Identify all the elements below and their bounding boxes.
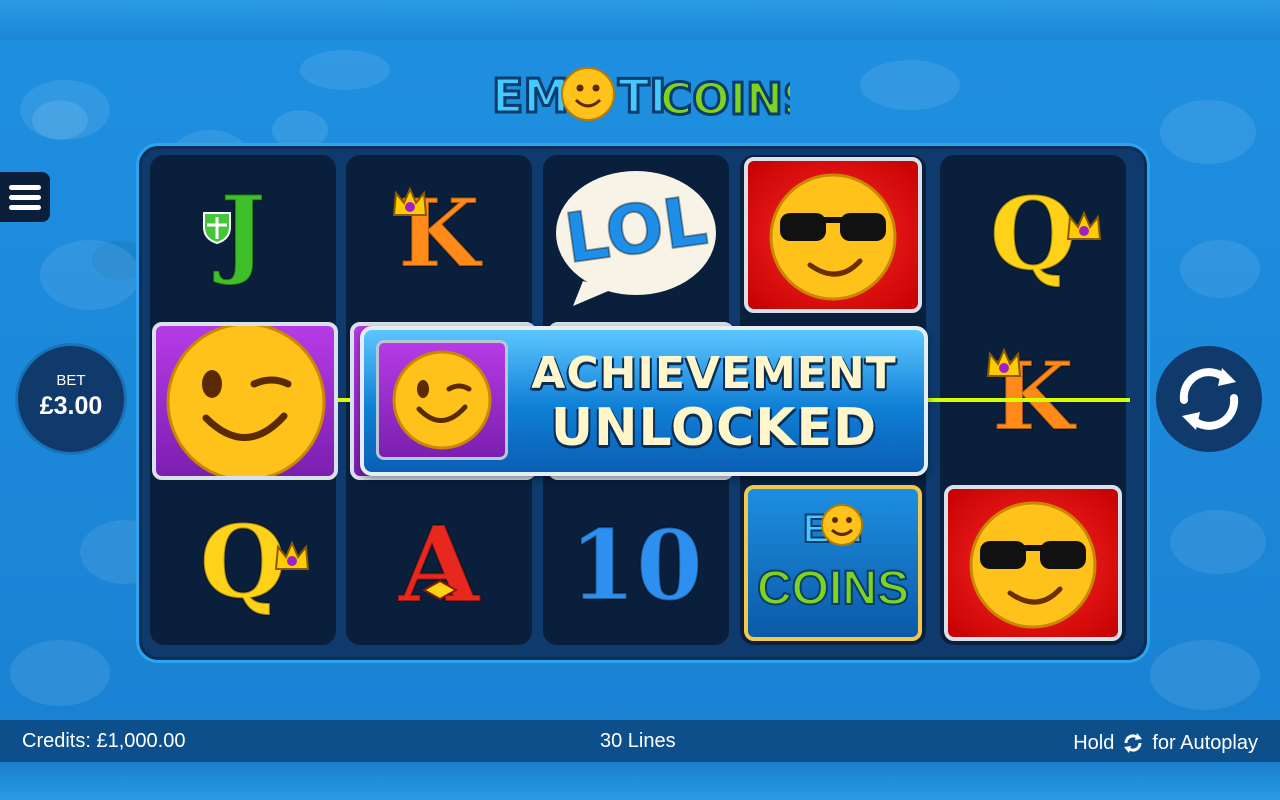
wink-emoji-icon xyxy=(166,322,326,482)
bet-button[interactable]: BET £3.00 xyxy=(18,346,124,452)
banner-title-line-1: ACHIEVEMENT xyxy=(531,348,897,399)
symbol-sunglasses-emoji xyxy=(944,485,1122,641)
logo-smiley-icon xyxy=(561,67,615,121)
wink-emoji-icon xyxy=(392,350,492,450)
symbol-sunglasses-emoji xyxy=(744,157,922,313)
crown-icon xyxy=(1066,210,1102,240)
logo-text-em: EM xyxy=(492,69,569,123)
banner-wink-tile xyxy=(376,340,508,460)
symbol-q: Q xyxy=(150,495,336,655)
top-bar xyxy=(0,0,1280,40)
refresh-arrows-icon xyxy=(1124,733,1143,753)
symbol-10: 10 xyxy=(568,508,704,623)
banner-title-line-2: UNLOCKED xyxy=(550,398,878,458)
logo-text-coins: COINS xyxy=(660,74,790,125)
spin-button[interactable] xyxy=(1156,346,1262,452)
refresh-arrows-icon xyxy=(1179,368,1239,430)
symbol-q: Q xyxy=(940,165,1126,325)
lines-display: 30 Lines xyxy=(600,730,676,752)
menu-button[interactable] xyxy=(0,172,50,222)
sunglasses-emoji-icon xyxy=(769,173,897,301)
crown-icon xyxy=(392,186,428,216)
status-bar: Credits: £1,000.00 30 Lines Hold for Aut… xyxy=(0,720,1280,762)
symbol-wink-emoji xyxy=(152,322,338,482)
symbol-j: J xyxy=(150,165,336,325)
symbol-emoticoins-logo: EM COINS xyxy=(744,485,922,641)
symbol-lol: LOL xyxy=(543,161,729,321)
smiley-icon xyxy=(821,504,863,546)
symbol-a: A xyxy=(398,502,481,627)
game-logo: EM TI COINS xyxy=(491,67,790,127)
autoplay-suffix: for Autoplay xyxy=(1152,731,1258,754)
credits-display: Credits: £1,000.00 xyxy=(22,730,186,752)
bet-label: BET xyxy=(56,372,86,389)
symbol-k: K xyxy=(940,330,1126,490)
crown-icon xyxy=(986,347,1022,377)
autoplay-prefix: Hold xyxy=(1073,731,1115,754)
symbol-k: K xyxy=(346,165,532,325)
tile-text-coins: COINS xyxy=(756,561,910,616)
bottom-strip xyxy=(0,762,1280,800)
hamburger-menu-icon xyxy=(9,184,41,190)
win-line-right xyxy=(918,398,1130,402)
autoplay-hint: Hold for Autoplay xyxy=(1073,730,1258,756)
diamond-icon xyxy=(422,579,458,601)
shield-icon xyxy=(203,212,231,245)
bet-value: £3.00 xyxy=(39,392,103,420)
achievement-banner: ACHIEVEMENT UNLOCKED xyxy=(360,326,928,476)
sunglasses-emoji-icon xyxy=(969,501,1097,629)
crown-icon xyxy=(274,540,310,570)
